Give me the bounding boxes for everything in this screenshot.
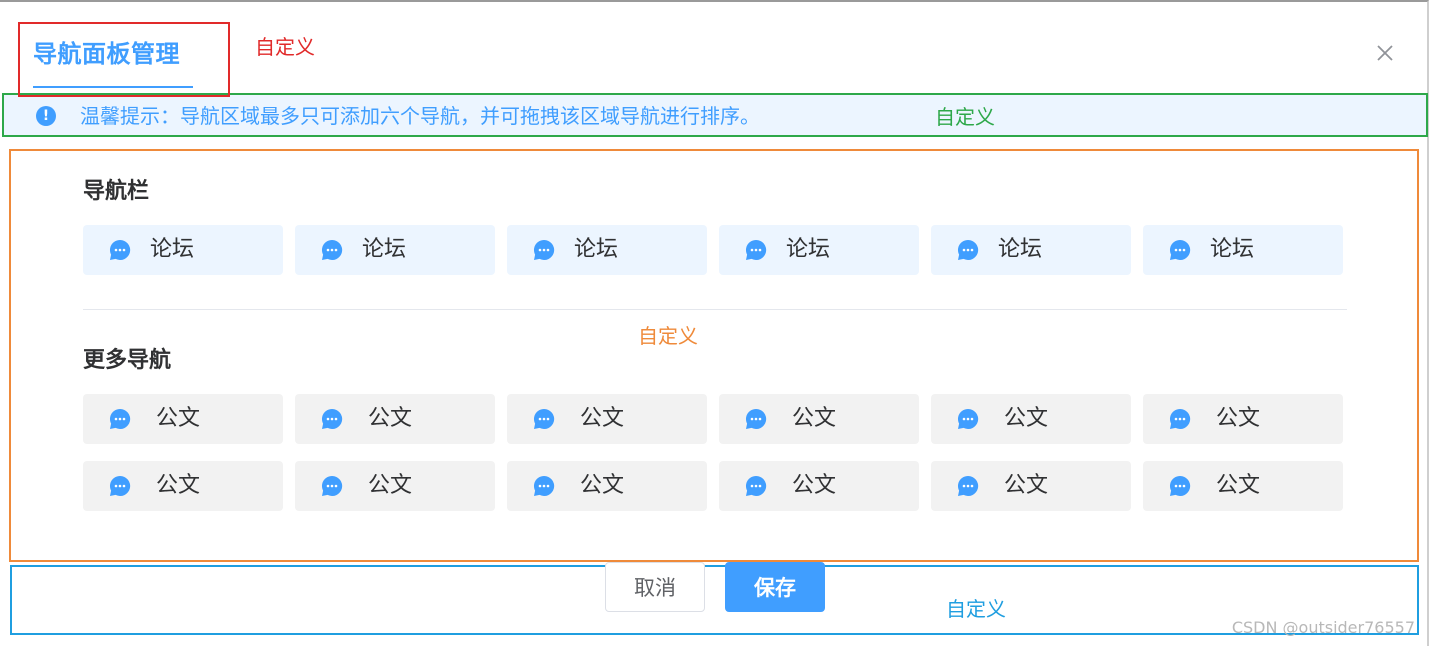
more-tile-label: 公文 bbox=[368, 473, 413, 498]
more-tile[interactable]: 公文 bbox=[83, 461, 283, 511]
section-divider bbox=[83, 309, 1347, 310]
more-tile[interactable]: 公文 bbox=[931, 394, 1131, 444]
tip-text: 温馨提示：导航区域最多只可添加六个导航，并可拖拽该区域导航进行排序。 bbox=[80, 104, 760, 128]
more-grid: 公文 公文 公文 公文 公文 公文 公文 公文 公文 公文 公文 公文 bbox=[83, 394, 1343, 511]
nav-tile[interactable]: 论坛 bbox=[295, 225, 495, 275]
more-tile-label: 公文 bbox=[792, 473, 837, 498]
nav-grid: 论坛 论坛 论坛 论坛 论坛 论坛 bbox=[83, 225, 1343, 275]
nav-tile-label: 论坛 bbox=[362, 237, 407, 262]
more-tile-label: 公文 bbox=[1216, 406, 1261, 431]
chat-bubble-icon bbox=[745, 239, 767, 260]
footer-annotation-label: 自定义 bbox=[946, 597, 1006, 621]
nav-tile[interactable]: 论坛 bbox=[507, 225, 707, 275]
chat-bubble-icon bbox=[533, 239, 555, 260]
more-tile-label: 公文 bbox=[1216, 473, 1261, 498]
more-tile[interactable]: 公文 bbox=[1143, 394, 1343, 444]
nav-tile[interactable]: 论坛 bbox=[83, 225, 283, 275]
more-tile[interactable]: 公文 bbox=[295, 461, 495, 511]
chat-bubble-icon bbox=[321, 408, 343, 429]
nav-tile-label: 论坛 bbox=[786, 237, 831, 262]
cancel-button[interactable]: 取消 bbox=[605, 562, 705, 612]
chat-bubble-icon bbox=[957, 475, 979, 496]
nav-tile-label: 论坛 bbox=[1210, 237, 1255, 262]
more-tile-label: 公文 bbox=[1004, 473, 1049, 498]
tip-annotation-label: 自定义 bbox=[935, 105, 995, 129]
more-tile-label: 公文 bbox=[368, 406, 413, 431]
nav-tile-label: 论坛 bbox=[574, 237, 619, 262]
chat-bubble-icon bbox=[109, 408, 131, 429]
more-tile[interactable]: 公文 bbox=[719, 394, 919, 444]
more-tile[interactable]: 公文 bbox=[507, 394, 707, 444]
footer-annotation-box bbox=[10, 565, 1419, 635]
more-tile-label: 公文 bbox=[580, 473, 625, 498]
more-tile-label: 公文 bbox=[580, 406, 625, 431]
header-annotation-label: 自定义 bbox=[255, 35, 315, 59]
chat-bubble-icon bbox=[957, 239, 979, 260]
title-active-underline bbox=[33, 86, 193, 88]
dialog-title: 导航面板管理 bbox=[33, 40, 180, 68]
more-tile[interactable]: 公文 bbox=[1143, 461, 1343, 511]
more-tile[interactable]: 公文 bbox=[295, 394, 495, 444]
dialog-header: 导航面板管理 bbox=[33, 38, 193, 88]
chat-bubble-icon bbox=[533, 408, 555, 429]
more-tile-label: 公文 bbox=[1004, 406, 1049, 431]
info-circle-icon: ! bbox=[36, 106, 56, 126]
chat-bubble-icon bbox=[321, 475, 343, 496]
more-tile[interactable]: 公文 bbox=[931, 461, 1131, 511]
nav-section-title: 导航栏 bbox=[83, 179, 150, 204]
close-icon[interactable] bbox=[1372, 40, 1398, 66]
nav-tile[interactable]: 论坛 bbox=[719, 225, 919, 275]
chat-bubble-icon bbox=[745, 475, 767, 496]
chat-bubble-icon bbox=[745, 408, 767, 429]
more-section-title: 更多导航 bbox=[83, 348, 172, 373]
nav-tile[interactable]: 论坛 bbox=[1143, 225, 1343, 275]
chat-bubble-icon bbox=[1169, 408, 1191, 429]
chat-bubble-icon bbox=[321, 239, 343, 260]
more-tile-label: 公文 bbox=[156, 406, 201, 431]
nav-tile-label: 论坛 bbox=[150, 237, 195, 262]
chat-bubble-icon bbox=[1169, 239, 1191, 260]
more-tile-label: 公文 bbox=[792, 406, 837, 431]
body-annotation-label: 自定义 bbox=[638, 324, 698, 348]
nav-tile-label: 论坛 bbox=[998, 237, 1043, 262]
nav-tile[interactable]: 论坛 bbox=[931, 225, 1131, 275]
watermark: CSDN @outsider76557 bbox=[1231, 618, 1415, 637]
save-button[interactable]: 保存 bbox=[725, 562, 825, 612]
chat-bubble-icon bbox=[109, 475, 131, 496]
chat-bubble-icon bbox=[109, 239, 131, 260]
chat-bubble-icon bbox=[533, 475, 555, 496]
more-tile[interactable]: 公文 bbox=[83, 394, 283, 444]
chat-bubble-icon bbox=[957, 408, 979, 429]
more-tile[interactable]: 公文 bbox=[507, 461, 707, 511]
chat-bubble-icon bbox=[1169, 475, 1191, 496]
more-tile[interactable]: 公文 bbox=[719, 461, 919, 511]
more-tile-label: 公文 bbox=[156, 473, 201, 498]
